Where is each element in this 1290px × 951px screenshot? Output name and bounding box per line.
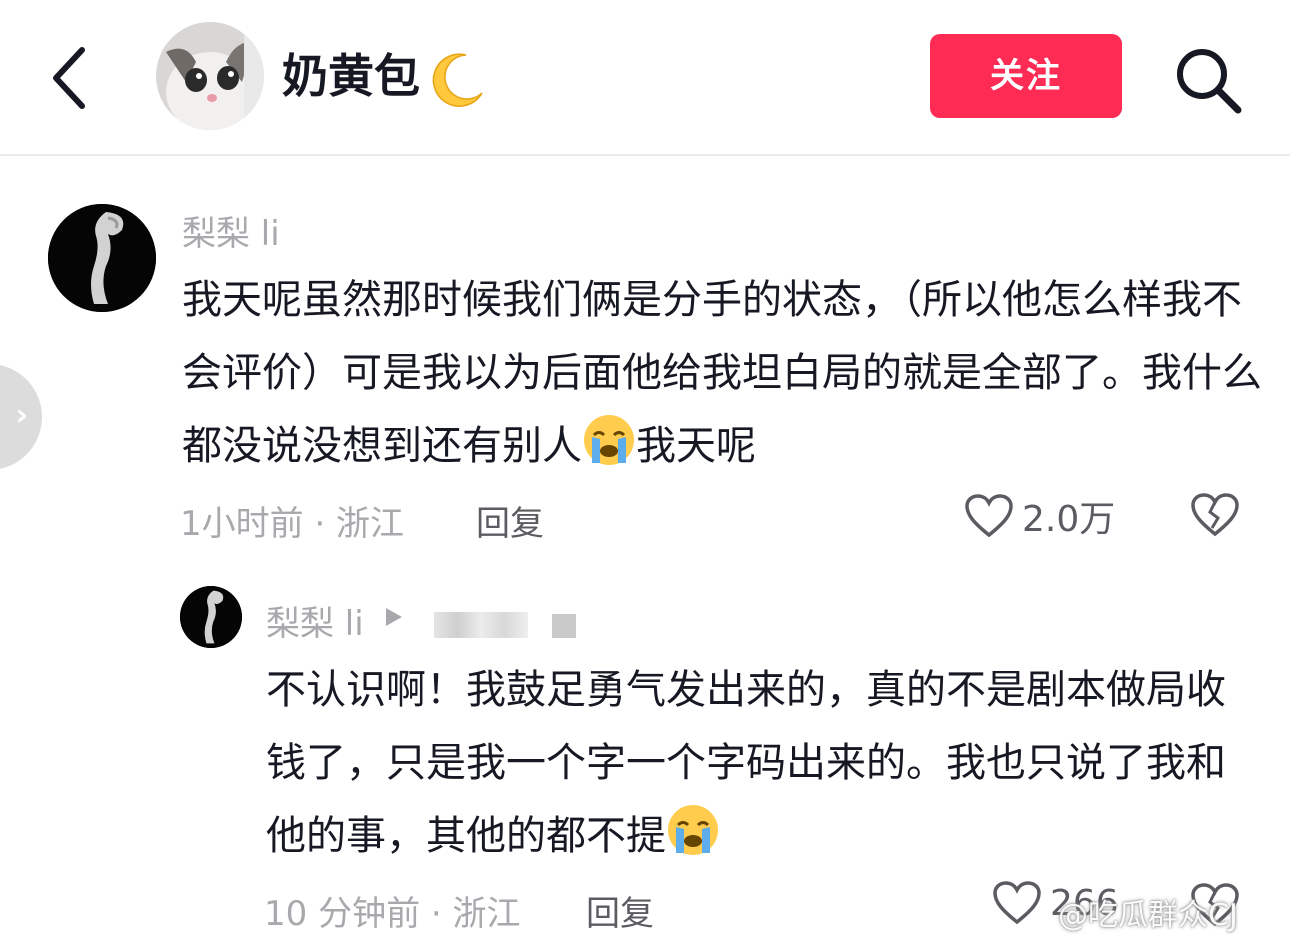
dislike-button[interactable] <box>1190 492 1240 542</box>
commenter-avatar[interactable] <box>48 204 156 312</box>
account-title: 奶黄包 <box>282 44 488 108</box>
play-triangle-icon <box>386 608 402 626</box>
avatar-image <box>48 204 156 312</box>
comment-text: 我天呢虽然那时候我们俩是分手的状态，（所以他怎么样我不会评价）可是我以为后面他给… <box>182 264 1262 483</box>
comment-username[interactable]: 梨梨 li <box>182 206 280 255</box>
reply-username[interactable]: 梨梨 li <box>266 596 364 645</box>
search-icon <box>1177 49 1242 114</box>
comment-time-location: 1小时前 · 浙江 <box>180 504 405 544</box>
redacted-mark <box>552 614 576 638</box>
redacted-username <box>434 612 528 638</box>
crescent-moon-emoji <box>432 52 483 107</box>
chevron-right-icon: › <box>15 398 28 433</box>
top-bar: 奶黄包 关注 <box>0 0 1290 156</box>
search-button[interactable] <box>1172 44 1244 116</box>
profile-avatar[interactable] <box>156 22 264 130</box>
account-name: 奶黄包 <box>282 49 420 103</box>
reply-button[interactable]: 回复 <box>476 496 544 545</box>
like-button[interactable]: 2.0万 <box>964 490 1115 542</box>
back-button[interactable] <box>40 40 100 112</box>
chevron-left-icon <box>53 47 85 109</box>
broken-heart-icon <box>1191 493 1239 537</box>
follow-button[interactable]: 关注 <box>930 34 1122 118</box>
comment-body-tail: 我天呢 <box>636 423 756 469</box>
reply-body: 不认识啊！我鼓足勇气发出来的，真的不是剧本做局收钱了，只是我一个字一个字码出来的… <box>266 667 1226 859</box>
heart-outline-icon <box>993 881 1041 925</box>
reply-text: 不认识啊！我鼓足勇气发出来的，真的不是剧本做局收钱了，只是我一个字一个字码出来的… <box>266 654 1256 873</box>
like-count: 2.0万 <box>1022 499 1116 540</box>
reply-avatar[interactable] <box>180 586 242 648</box>
side-drawer-handle[interactable]: › <box>0 364 42 470</box>
reply-button[interactable]: 回复 <box>586 886 654 935</box>
avatar-image <box>180 586 242 648</box>
watermark: @吃瓜群众CJ <box>1058 898 1238 933</box>
cat-avatar-image <box>156 22 264 130</box>
loudly-crying-emoji <box>668 805 718 855</box>
reply-time-location: 10 分钟前 · 浙江 <box>264 894 521 934</box>
heart-outline-icon <box>965 494 1013 538</box>
loudly-crying-emoji <box>584 415 634 465</box>
